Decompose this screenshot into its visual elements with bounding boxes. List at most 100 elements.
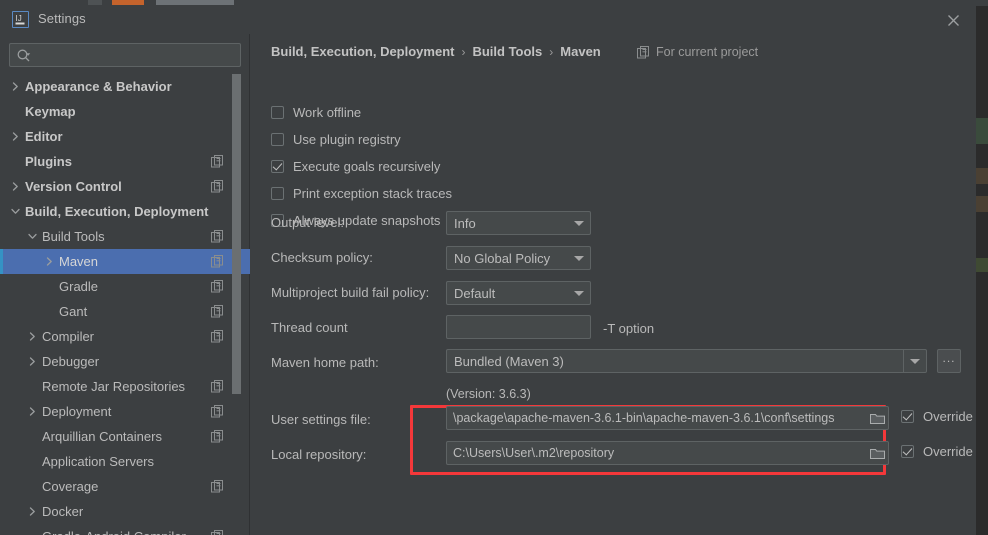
folder-icon[interactable] bbox=[866, 442, 888, 464]
chevron-down-icon[interactable] bbox=[568, 282, 590, 304]
for-current-project-text: For current project bbox=[656, 45, 759, 59]
chevron-down-icon[interactable] bbox=[568, 212, 590, 234]
user-settings-override-row[interactable]: Override bbox=[901, 409, 973, 424]
bg-tab-fragment-active bbox=[112, 0, 144, 5]
sidebar-item-compiler[interactable]: Compiler bbox=[0, 324, 250, 349]
checkbox-use-plugin-registry[interactable] bbox=[271, 133, 284, 146]
sidebar-item-editor[interactable]: Editor bbox=[0, 124, 250, 149]
chevron-right-icon[interactable] bbox=[10, 81, 21, 92]
maven-home-path-dropdown[interactable]: Bundled (Maven 3) bbox=[446, 349, 927, 373]
thread-count-hint: -T option bbox=[603, 321, 655, 336]
sidebar-item-gradle[interactable]: Gradle bbox=[0, 274, 250, 299]
sidebar-item-coverage[interactable]: Coverage bbox=[0, 474, 250, 499]
output-level-label: Output level: bbox=[271, 215, 344, 230]
breadcrumb-part-1[interactable]: Build Tools bbox=[472, 44, 542, 59]
checkbox-execute-goals-recursively[interactable] bbox=[271, 160, 284, 173]
chevron-right-icon[interactable] bbox=[44, 256, 55, 267]
sidebar-item-maven[interactable]: Maven bbox=[0, 249, 250, 274]
folder-icon[interactable] bbox=[866, 407, 888, 429]
sidebar-item-build-execution-deployment[interactable]: Build, Execution, Deployment bbox=[0, 199, 250, 224]
maven-home-path-label: Maven home path: bbox=[271, 355, 379, 370]
project-scope-icon bbox=[211, 405, 224, 418]
settings-dialog: IJ Settings Appearance & Behavior Keymap… bbox=[0, 6, 976, 535]
search-box[interactable] bbox=[9, 43, 241, 67]
sidebar-item-label: Debugger bbox=[42, 354, 100, 369]
sidebar-item-label: Remote Jar Repositories bbox=[42, 379, 186, 394]
local-repository-label: Local repository: bbox=[271, 447, 367, 462]
project-scope-icon bbox=[211, 255, 224, 268]
checkbox-row-print-exception-stack-traces[interactable]: Print exception stack traces bbox=[271, 186, 452, 201]
checkbox-label: Print exception stack traces bbox=[293, 186, 452, 201]
sidebar-item-build-tools[interactable]: Build Tools bbox=[0, 224, 250, 249]
user-settings-file-label: User settings file: bbox=[271, 412, 371, 427]
checkbox-row-execute-goals-recursively[interactable]: Execute goals recursively bbox=[271, 159, 440, 174]
dialog-titlebar: IJ Settings bbox=[0, 6, 976, 34]
project-scope-icon bbox=[211, 480, 224, 493]
checkbox-row-work-offline[interactable]: Work offline bbox=[271, 105, 361, 120]
checkbox-print-exception-stack-traces[interactable] bbox=[271, 187, 284, 200]
sidebar-item-docker[interactable]: Docker bbox=[0, 499, 250, 524]
chevron-right-icon[interactable] bbox=[27, 356, 38, 367]
checkbox-label: Execute goals recursively bbox=[293, 159, 441, 174]
chevron-down-icon[interactable] bbox=[27, 231, 38, 242]
breadcrumb-part-2[interactable]: Maven bbox=[560, 44, 600, 59]
project-scope-icon bbox=[211, 180, 224, 193]
checksum-policy-dropdown[interactable]: No Global Policy bbox=[446, 246, 591, 270]
sidebar-item-version-control[interactable]: Version Control bbox=[0, 174, 250, 199]
checkbox-user-settings-override[interactable] bbox=[901, 410, 914, 423]
chevron-down-icon[interactable] bbox=[568, 247, 590, 269]
thread-count-input[interactable] bbox=[446, 315, 591, 339]
sidebar-item-debugger[interactable]: Debugger bbox=[0, 349, 250, 374]
sidebar-item-deployment[interactable]: Deployment bbox=[0, 399, 250, 424]
breadcrumb-separator: › bbox=[461, 44, 466, 59]
sidebar-item-label: Editor bbox=[25, 129, 63, 144]
user-settings-file-input[interactable]: \package\apache-maven-3.6.1-bin\apache-m… bbox=[446, 406, 889, 430]
for-current-project-label: For current project bbox=[637, 45, 758, 59]
intellij-idea-icon: IJ bbox=[12, 11, 29, 28]
sidebar-item-keymap[interactable]: Keymap bbox=[0, 99, 250, 124]
chevron-right-icon[interactable] bbox=[10, 131, 21, 142]
sidebar-item-application-servers[interactable]: Application Servers bbox=[0, 449, 250, 474]
project-scope-icon bbox=[211, 230, 224, 243]
multiproject-fail-policy-dropdown[interactable]: Default bbox=[446, 281, 591, 305]
close-icon[interactable] bbox=[944, 11, 962, 29]
user-settings-file-value: \package\apache-maven-3.6.1-bin\apache-m… bbox=[453, 411, 835, 425]
output-level-dropdown[interactable]: Info bbox=[446, 211, 591, 235]
sidebar-scrollbar-thumb[interactable] bbox=[232, 74, 241, 394]
sidebar-item-plugins[interactable]: Plugins bbox=[0, 149, 250, 174]
thread-count-label: Thread count bbox=[271, 320, 348, 335]
override-label: Override bbox=[923, 444, 973, 459]
sidebar-item-appearance-behavior[interactable]: Appearance & Behavior bbox=[0, 74, 250, 99]
project-scope-icon bbox=[211, 155, 224, 168]
checkbox-local-repository-override[interactable] bbox=[901, 445, 914, 458]
chevron-right-icon[interactable] bbox=[27, 506, 38, 517]
sidebar-item-remote-jar-repositories[interactable]: Remote Jar Repositories bbox=[0, 374, 250, 399]
bg-fragment bbox=[976, 196, 988, 212]
checkbox-row-use-plugin-registry[interactable]: Use plugin registry bbox=[271, 132, 401, 147]
sidebar-item-label: Gradle bbox=[59, 279, 99, 294]
chevron-right-icon[interactable] bbox=[10, 181, 21, 192]
chevron-down-icon[interactable] bbox=[10, 206, 21, 217]
background-ide-strip bbox=[976, 0, 988, 535]
settings-content-panel: Build, Execution, Deployment › Build Too… bbox=[250, 34, 976, 535]
sidebar-item-arquillian-containers[interactable]: Arquillian Containers bbox=[0, 424, 250, 449]
search-input[interactable] bbox=[36, 44, 236, 66]
local-repository-override-row[interactable]: Override bbox=[901, 444, 973, 459]
sidebar-item-gradle-android-compiler[interactable]: Gradle-Android Compiler bbox=[0, 524, 250, 535]
sidebar-item-gant[interactable]: Gant bbox=[0, 299, 250, 324]
local-repository-value: C:\Users\User\.m2\repository bbox=[453, 446, 615, 460]
maven-home-browse-button[interactable]: ... bbox=[937, 349, 961, 373]
chevron-down-icon[interactable] bbox=[904, 350, 926, 372]
settings-sidebar: Appearance & Behavior Keymap Editor Plugins… bbox=[0, 34, 250, 535]
settings-tree[interactable]: Appearance & Behavior Keymap Editor Plugins… bbox=[0, 74, 250, 535]
chevron-right-icon[interactable] bbox=[27, 331, 38, 342]
local-repository-input[interactable]: C:\Users\User\.m2\repository bbox=[446, 441, 889, 465]
checkbox-work-offline[interactable] bbox=[271, 106, 284, 119]
maven-home-path-value: Bundled (Maven 3) bbox=[454, 353, 564, 369]
selection-marker bbox=[0, 249, 3, 274]
sidebar-item-label: Application Servers bbox=[42, 454, 154, 469]
sidebar-item-label: Appearance & Behavior bbox=[25, 79, 172, 94]
sidebar-item-label: Plugins bbox=[25, 154, 72, 169]
chevron-right-icon[interactable] bbox=[27, 406, 38, 417]
breadcrumb-part-0[interactable]: Build, Execution, Deployment bbox=[271, 44, 454, 59]
